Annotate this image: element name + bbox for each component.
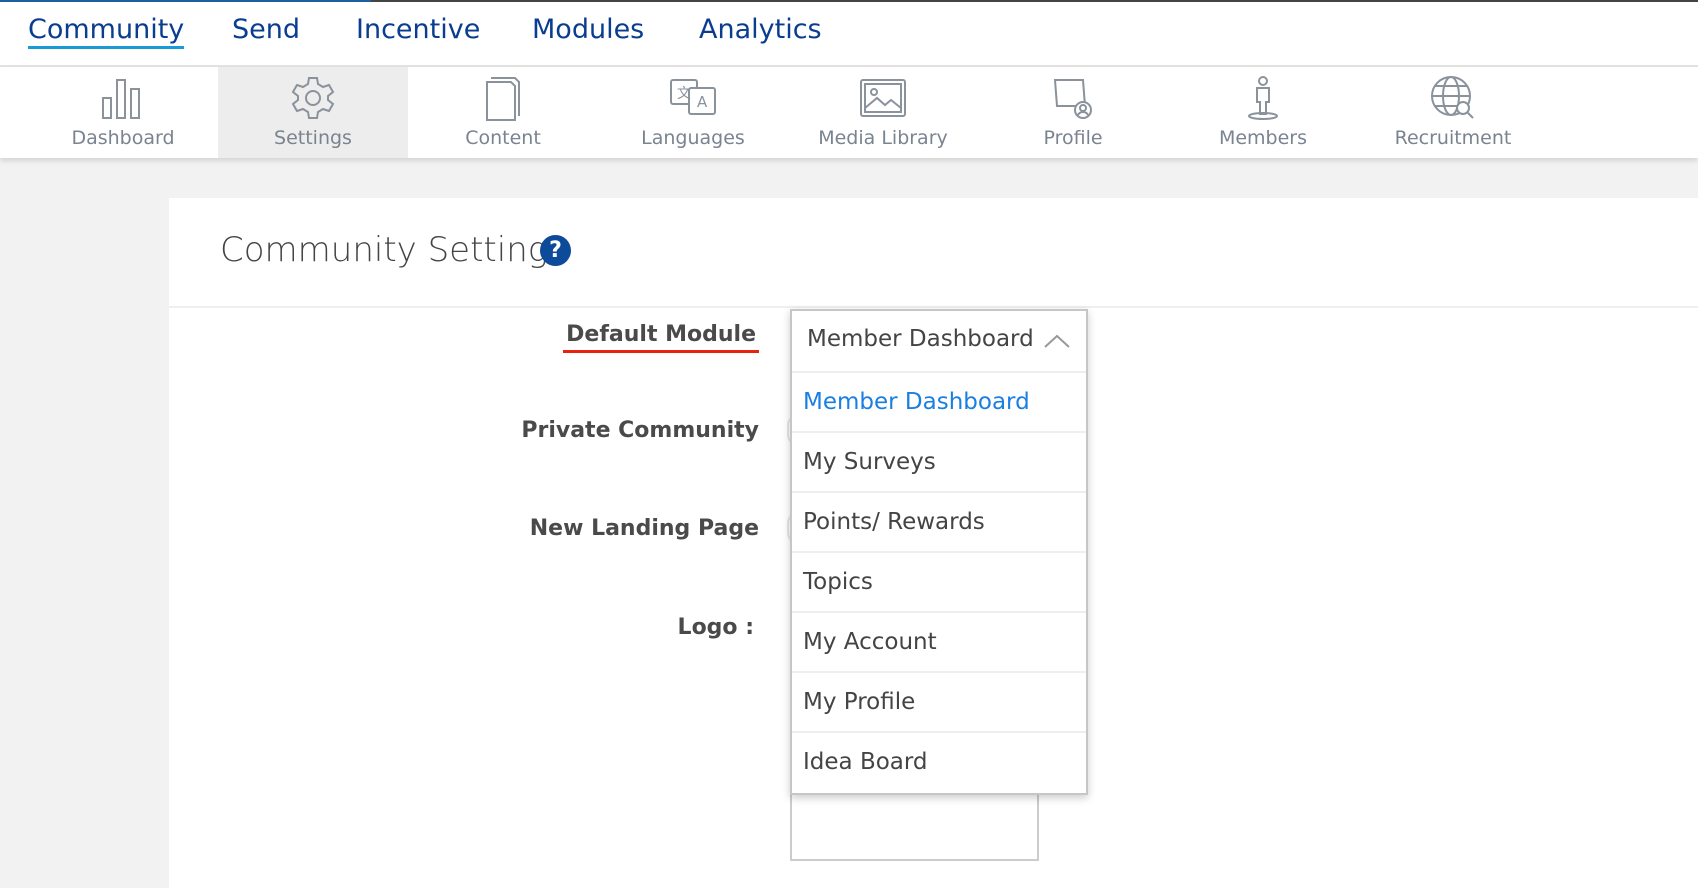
tab-analytics[interactable]: Analytics [699, 14, 822, 45]
profile-icon [1053, 79, 1092, 119]
toolbar-members[interactable]: Members [1168, 67, 1358, 158]
divider [169, 306, 1698, 308]
option-idea-board[interactable]: Idea Board [792, 733, 1086, 793]
option-my-account[interactable]: My Account [792, 613, 1086, 673]
default-module-label: Default Module [563, 322, 759, 353]
default-module-select[interactable]: Member Dashboard [792, 311, 1086, 373]
option-topics[interactable]: Topics [792, 553, 1086, 613]
option-member-dashboard[interactable]: Member Dashboard [792, 373, 1086, 433]
person-icon [1248, 76, 1278, 120]
svg-text:文: 文 [677, 86, 691, 102]
toolbar-languages[interactable]: 文A Languages [598, 67, 788, 158]
module-toolbar: Dashboard Settings Content 文A Languages … [0, 67, 1698, 158]
private-community-label: Private Community [521, 418, 759, 443]
option-my-surveys[interactable]: My Surveys [792, 433, 1086, 493]
toolbar-media-library[interactable]: Media Library [788, 67, 978, 158]
default-module-dropdown[interactable]: Member Dashboard Member Dashboard My Sur… [790, 309, 1088, 795]
selected-value: Member Dashboard [807, 326, 1034, 352]
tab-incentive[interactable]: Incentive [356, 14, 480, 45]
document-icon [486, 77, 520, 121]
help-icon[interactable]: ? [540, 235, 571, 266]
svg-text:A: A [697, 93, 708, 111]
page-title: Community Setting [220, 230, 549, 270]
image-icon [860, 79, 906, 117]
main-nav: Community Send Incentive Modules Analyti… [0, 2, 1698, 67]
option-points-rewards[interactable]: Points/ Rewards [792, 493, 1086, 553]
settings-card: Community Setting ? Default Module Priva… [169, 198, 1698, 888]
toolbar-recruitment[interactable]: Recruitment [1358, 67, 1548, 158]
toolbar-profile[interactable]: Profile [978, 67, 1168, 158]
bar-chart-icon [102, 79, 140, 119]
option-my-profile[interactable]: My Profile [792, 673, 1086, 733]
tab-send[interactable]: Send [232, 14, 300, 45]
tab-community[interactable]: Community [28, 14, 185, 49]
globe-search-icon [1431, 76, 1474, 119]
new-landing-page-label: New Landing Page [529, 516, 759, 541]
toolbar-settings[interactable]: Settings [218, 67, 408, 158]
toolbar-dashboard[interactable]: Dashboard [28, 67, 218, 158]
gear-icon [291, 77, 335, 119]
tab-modules[interactable]: Modules [532, 14, 644, 45]
chevron-up-icon[interactable] [1044, 334, 1070, 348]
toolbar-content[interactable]: Content [408, 67, 598, 158]
logo-label: Logo : [677, 615, 754, 640]
translate-icon: 文A [670, 79, 716, 115]
